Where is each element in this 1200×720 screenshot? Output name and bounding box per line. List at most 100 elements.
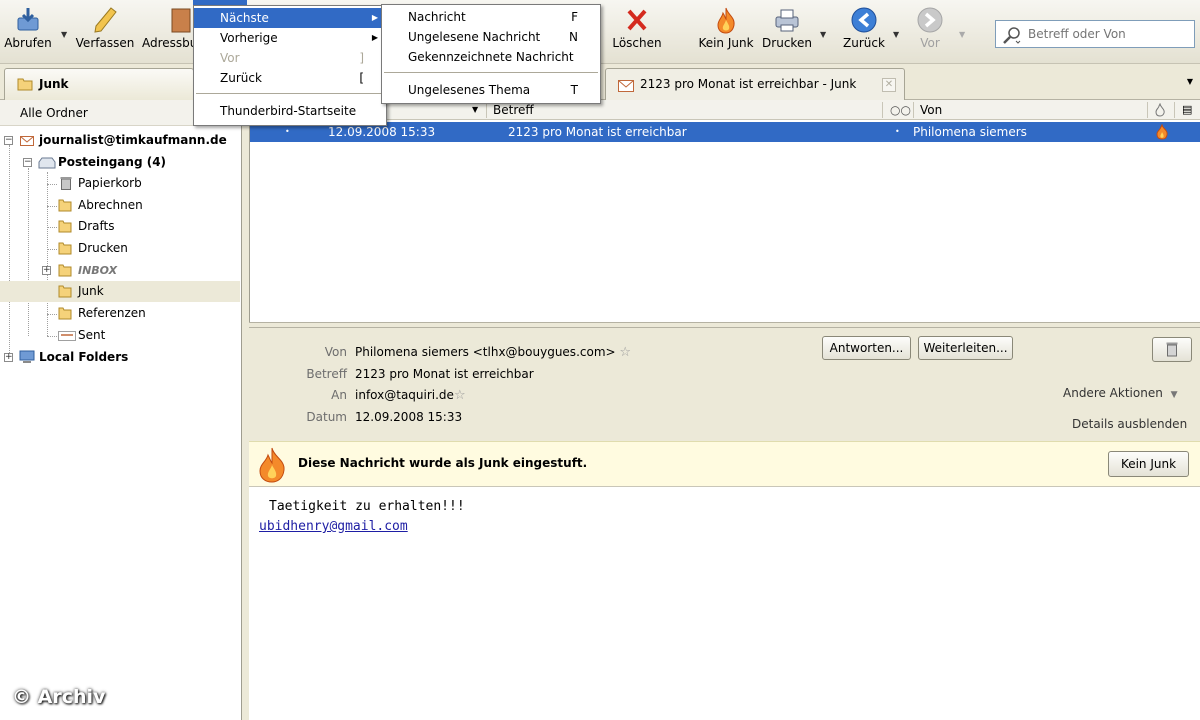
tab-list-dropdown-icon[interactable]: ▼: [1180, 68, 1200, 96]
read-dot-icon[interactable]: •: [285, 127, 290, 136]
expand-icon[interactable]: +: [42, 266, 51, 275]
tree-inbox[interactable]: + INBOX: [0, 260, 241, 281]
tree-sent[interactable]: Sent: [0, 325, 241, 346]
submenu-item-thema[interactable]: Ungelesenes Thema T: [382, 80, 600, 100]
get-mail-dropdown-icon[interactable]: ▼: [61, 30, 67, 39]
sent-folder-icon: [58, 331, 76, 341]
tree-account[interactable]: − journalist@timkaufmann.de: [0, 130, 241, 151]
tree-posteingang[interactable]: − Posteingang (4): [0, 152, 241, 173]
an-label: An: [331, 388, 347, 402]
submenu-item-gekennzeichnete[interactable]: Gekennzeichnete Nachricht: [382, 47, 600, 67]
forward-button[interactable]: Vor: [908, 6, 952, 50]
print-dropdown-icon[interactable]: ▼: [820, 30, 826, 39]
betreff-label: Betreff: [306, 367, 347, 381]
posteingang-label: Posteingang (4): [58, 155, 167, 169]
column-von[interactable]: Von: [920, 103, 942, 117]
go-menu: Nächste ▶ Vorherige ▶ Vor ] Zurück [ Thu…: [193, 5, 387, 126]
junk-flame-icon: [259, 447, 285, 483]
tree-referenzen[interactable]: Referenzen: [0, 303, 241, 324]
referenzen-label: Referenzen: [78, 306, 146, 320]
message-body: Taetigkeit zu erhalten!!! ubidhenry@gmai…: [249, 487, 1200, 720]
menu-item-label: Ungelesenes Thema: [408, 83, 531, 97]
tree-drafts[interactable]: Drafts: [0, 216, 241, 237]
betreff-value: 2123 pro Monat ist erreichbar: [355, 367, 534, 381]
column-separator: [913, 102, 914, 118]
reply-button[interactable]: Antworten...: [822, 336, 911, 360]
menu-item-naechste[interactable]: Nächste ▶: [194, 8, 386, 28]
folder-icon: [58, 307, 72, 320]
row-from: Philomena siemers: [913, 125, 1027, 139]
back-dropdown-icon[interactable]: ▼: [893, 30, 899, 39]
trash-icon: [60, 177, 72, 190]
tree-local-folders[interactable]: + Local Folders: [0, 347, 241, 368]
unread-dot-icon[interactable]: •: [895, 127, 900, 136]
junk-flame-icon[interactable]: [1155, 124, 1169, 140]
tree-junk[interactable]: Junk: [0, 281, 240, 302]
tab-junk-folder[interactable]: Junk: [4, 68, 194, 100]
close-tab-icon[interactable]: ✕: [882, 78, 896, 92]
delete-label: Löschen: [612, 36, 662, 50]
von-label: Von: [324, 345, 347, 359]
column-picker-icon[interactable]: ▤: [1182, 103, 1192, 116]
von-value: Philomena siemers <tlhx@bouygues.com> ☆: [355, 345, 631, 360]
menu-item-vorherige[interactable]: Vorherige ▶: [194, 28, 386, 48]
folder-icon: [58, 242, 72, 255]
menu-item-zurueck[interactable]: Zurück [: [194, 68, 386, 88]
delete-message-button[interactable]: [1152, 337, 1192, 362]
forward-message-button[interactable]: Weiterleiten...: [918, 336, 1013, 360]
column-betreff[interactable]: Betreff: [493, 103, 534, 117]
back-button[interactable]: Zurück: [840, 6, 888, 50]
read-status-column-icon[interactable]: ○○: [890, 103, 911, 117]
get-mail-label: Abrufen: [4, 36, 52, 50]
recipient[interactable]: infox@taquiri.de: [355, 388, 454, 402]
sender[interactable]: Philomena siemers <tlhx@bouygues.com>: [355, 345, 616, 359]
star-icon[interactable]: ☆: [454, 388, 466, 403]
compose-button[interactable]: Verfassen: [74, 6, 136, 50]
address-book-button[interactable]: Adressbu: [142, 6, 197, 50]
tree-drucken[interactable]: Drucken: [0, 238, 241, 259]
row-date: 12.09.2008 15:33: [328, 125, 436, 139]
compose-label: Verfassen: [75, 36, 135, 50]
forward-dropdown-icon[interactable]: ▼: [959, 30, 965, 39]
not-junk-label: Kein Junk: [698, 36, 754, 50]
search-input[interactable]: [1026, 24, 1186, 44]
other-actions-menu[interactable]: Andere Aktionen ▼: [1063, 386, 1178, 400]
submenu-item-nachricht[interactable]: Nachricht F: [382, 7, 600, 27]
junk-notice-text: Diese Nachricht wurde als Junk eingestuf…: [298, 456, 588, 470]
tree-abrechnen[interactable]: Abrechnen: [0, 195, 241, 216]
expand-icon[interactable]: +: [4, 353, 13, 362]
an-value: infox@taquiri.de☆: [355, 388, 466, 403]
account-envelope-icon: [20, 136, 34, 146]
hide-details-link[interactable]: Details ausblenden: [1072, 417, 1187, 431]
sort-arrow-icon[interactable]: ▼: [472, 105, 478, 114]
submenu-item-ungelesene[interactable]: Ungelesene Nachricht N: [382, 27, 600, 47]
thread-pane: ▼ Betreff ○○ Von ▤ • 12.09.2008 15:33 21…: [249, 100, 1200, 322]
forward-arrow-icon: [917, 7, 943, 33]
column-separator: [1174, 102, 1175, 118]
drafts-label: Drafts: [78, 219, 115, 233]
folder-icon: [58, 285, 72, 298]
junk-column-flame-icon[interactable]: [1154, 103, 1166, 117]
menu-item-label: Vorherige: [220, 31, 278, 45]
menu-item-startseite[interactable]: Thunderbird-Startseite: [194, 101, 386, 121]
tab-message[interactable]: 2123 pro Monat ist erreichbar - Junk ✕: [605, 68, 905, 100]
back-label: Zurück: [843, 36, 885, 50]
papierkorb-label: Papierkorb: [78, 176, 142, 190]
email-link[interactable]: ubidhenry@gmail.com: [259, 519, 408, 534]
star-icon[interactable]: ☆: [619, 345, 631, 360]
account-label: journalist@timkaufmann.de: [39, 133, 227, 147]
menu-item-label: Vor: [220, 51, 240, 65]
get-mail-button[interactable]: Abrufen: [2, 6, 54, 50]
tree-papierkorb[interactable]: Papierkorb: [0, 173, 241, 194]
print-button[interactable]: Drucken: [761, 6, 813, 50]
delete-button[interactable]: Löschen: [608, 6, 666, 50]
collapse-icon[interactable]: −: [23, 158, 32, 167]
folder-icon: [58, 220, 72, 233]
not-junk-toolbar-button[interactable]: Kein Junk: [695, 6, 757, 50]
chevron-down-icon: ▼: [1170, 390, 1178, 400]
message-row[interactable]: • 12.09.2008 15:33 2123 pro Monat ist er…: [250, 122, 1200, 142]
menu-item-vor[interactable]: Vor ]: [194, 48, 386, 68]
search-box[interactable]: [995, 20, 1195, 48]
collapse-icon[interactable]: −: [4, 136, 13, 145]
not-junk-button[interactable]: Kein Junk: [1108, 451, 1189, 477]
